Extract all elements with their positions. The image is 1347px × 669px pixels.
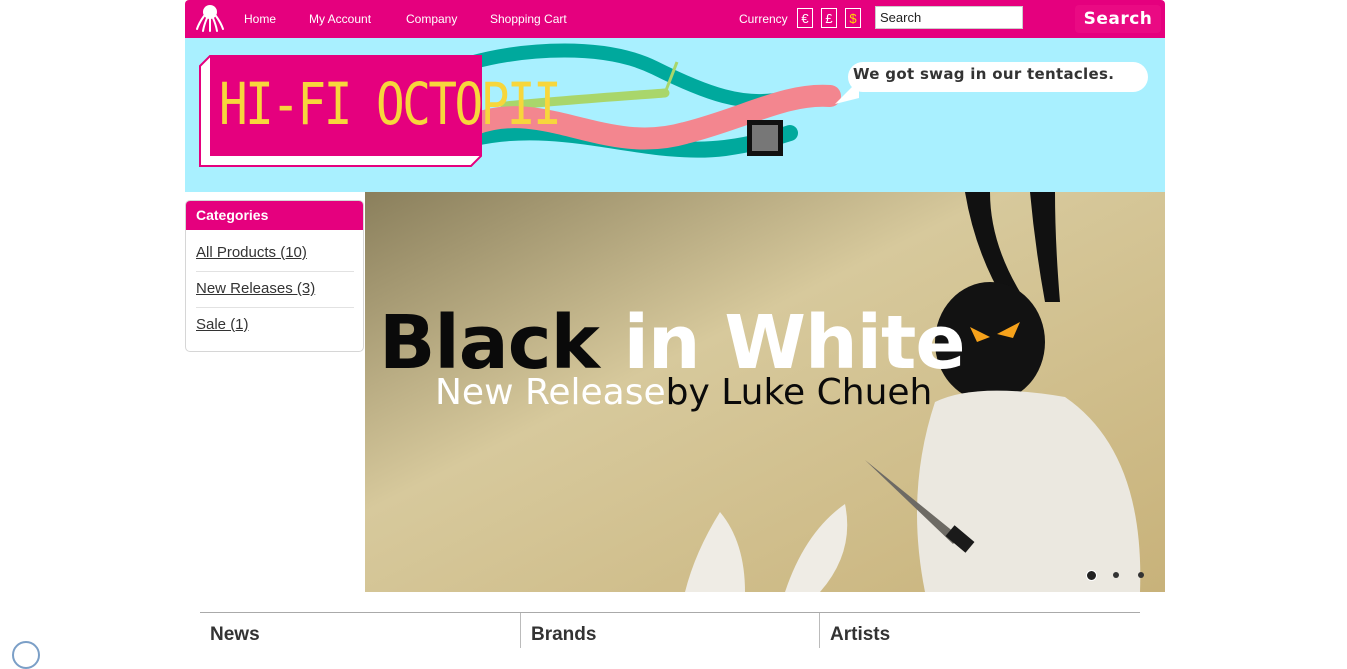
currency-label: Currency bbox=[739, 12, 788, 26]
banner-tagline: We got swag in our tentacles. bbox=[853, 65, 1115, 83]
top-nav-bar: Home My Account Company Shopping Cart Cu… bbox=[185, 0, 1165, 38]
currency-dollar-button[interactable]: $ bbox=[845, 8, 861, 28]
hero-subtitle-white: New Release bbox=[435, 372, 666, 413]
category-sale[interactable]: Sale (1) bbox=[196, 307, 354, 343]
nav-my-account[interactable]: My Account bbox=[309, 12, 371, 26]
categories-heading: Categories bbox=[186, 201, 363, 230]
nav-company[interactable]: Company bbox=[406, 12, 457, 26]
search-button[interactable]: Search bbox=[1075, 5, 1161, 33]
column-separator bbox=[819, 613, 820, 648]
slider-dot-3[interactable] bbox=[1138, 572, 1144, 578]
category-all-products[interactable]: All Products (10) bbox=[196, 235, 354, 272]
hero-subtitle-black: by Luke Chueh bbox=[665, 372, 933, 413]
currency-euro-button[interactable]: € bbox=[797, 8, 813, 28]
column-separator bbox=[520, 613, 521, 648]
site-logo-text[interactable]: HI-FI OCTOPII bbox=[219, 70, 562, 138]
news-heading: News bbox=[210, 624, 260, 645]
category-new-releases[interactable]: New Releases (3) bbox=[196, 271, 354, 308]
octopus-logo-icon[interactable] bbox=[195, 3, 225, 33]
corner-widget-icon[interactable] bbox=[12, 641, 40, 669]
header-banner[interactable]: HI-FI OCTOPII We got swag in our tentacl… bbox=[185, 38, 1165, 192]
categories-sidebar: Categories All Products (10) New Release… bbox=[185, 200, 364, 352]
hero-subtitle: New Releaseby Luke Chueh bbox=[435, 372, 932, 413]
currency-pound-button[interactable]: £ bbox=[821, 8, 837, 28]
slider-dot-1[interactable] bbox=[1086, 570, 1097, 581]
artists-heading: Artists bbox=[830, 624, 891, 645]
slider-dot-2[interactable] bbox=[1113, 572, 1119, 578]
nav-home[interactable]: Home bbox=[244, 12, 276, 26]
bottom-divider bbox=[200, 612, 1140, 613]
nav-shopping-cart[interactable]: Shopping Cart bbox=[490, 12, 567, 26]
hero-slider[interactable]: Black in White New Releaseby Luke Chueh bbox=[365, 192, 1165, 592]
brands-heading: Brands bbox=[531, 624, 597, 645]
search-input[interactable] bbox=[875, 6, 1023, 29]
